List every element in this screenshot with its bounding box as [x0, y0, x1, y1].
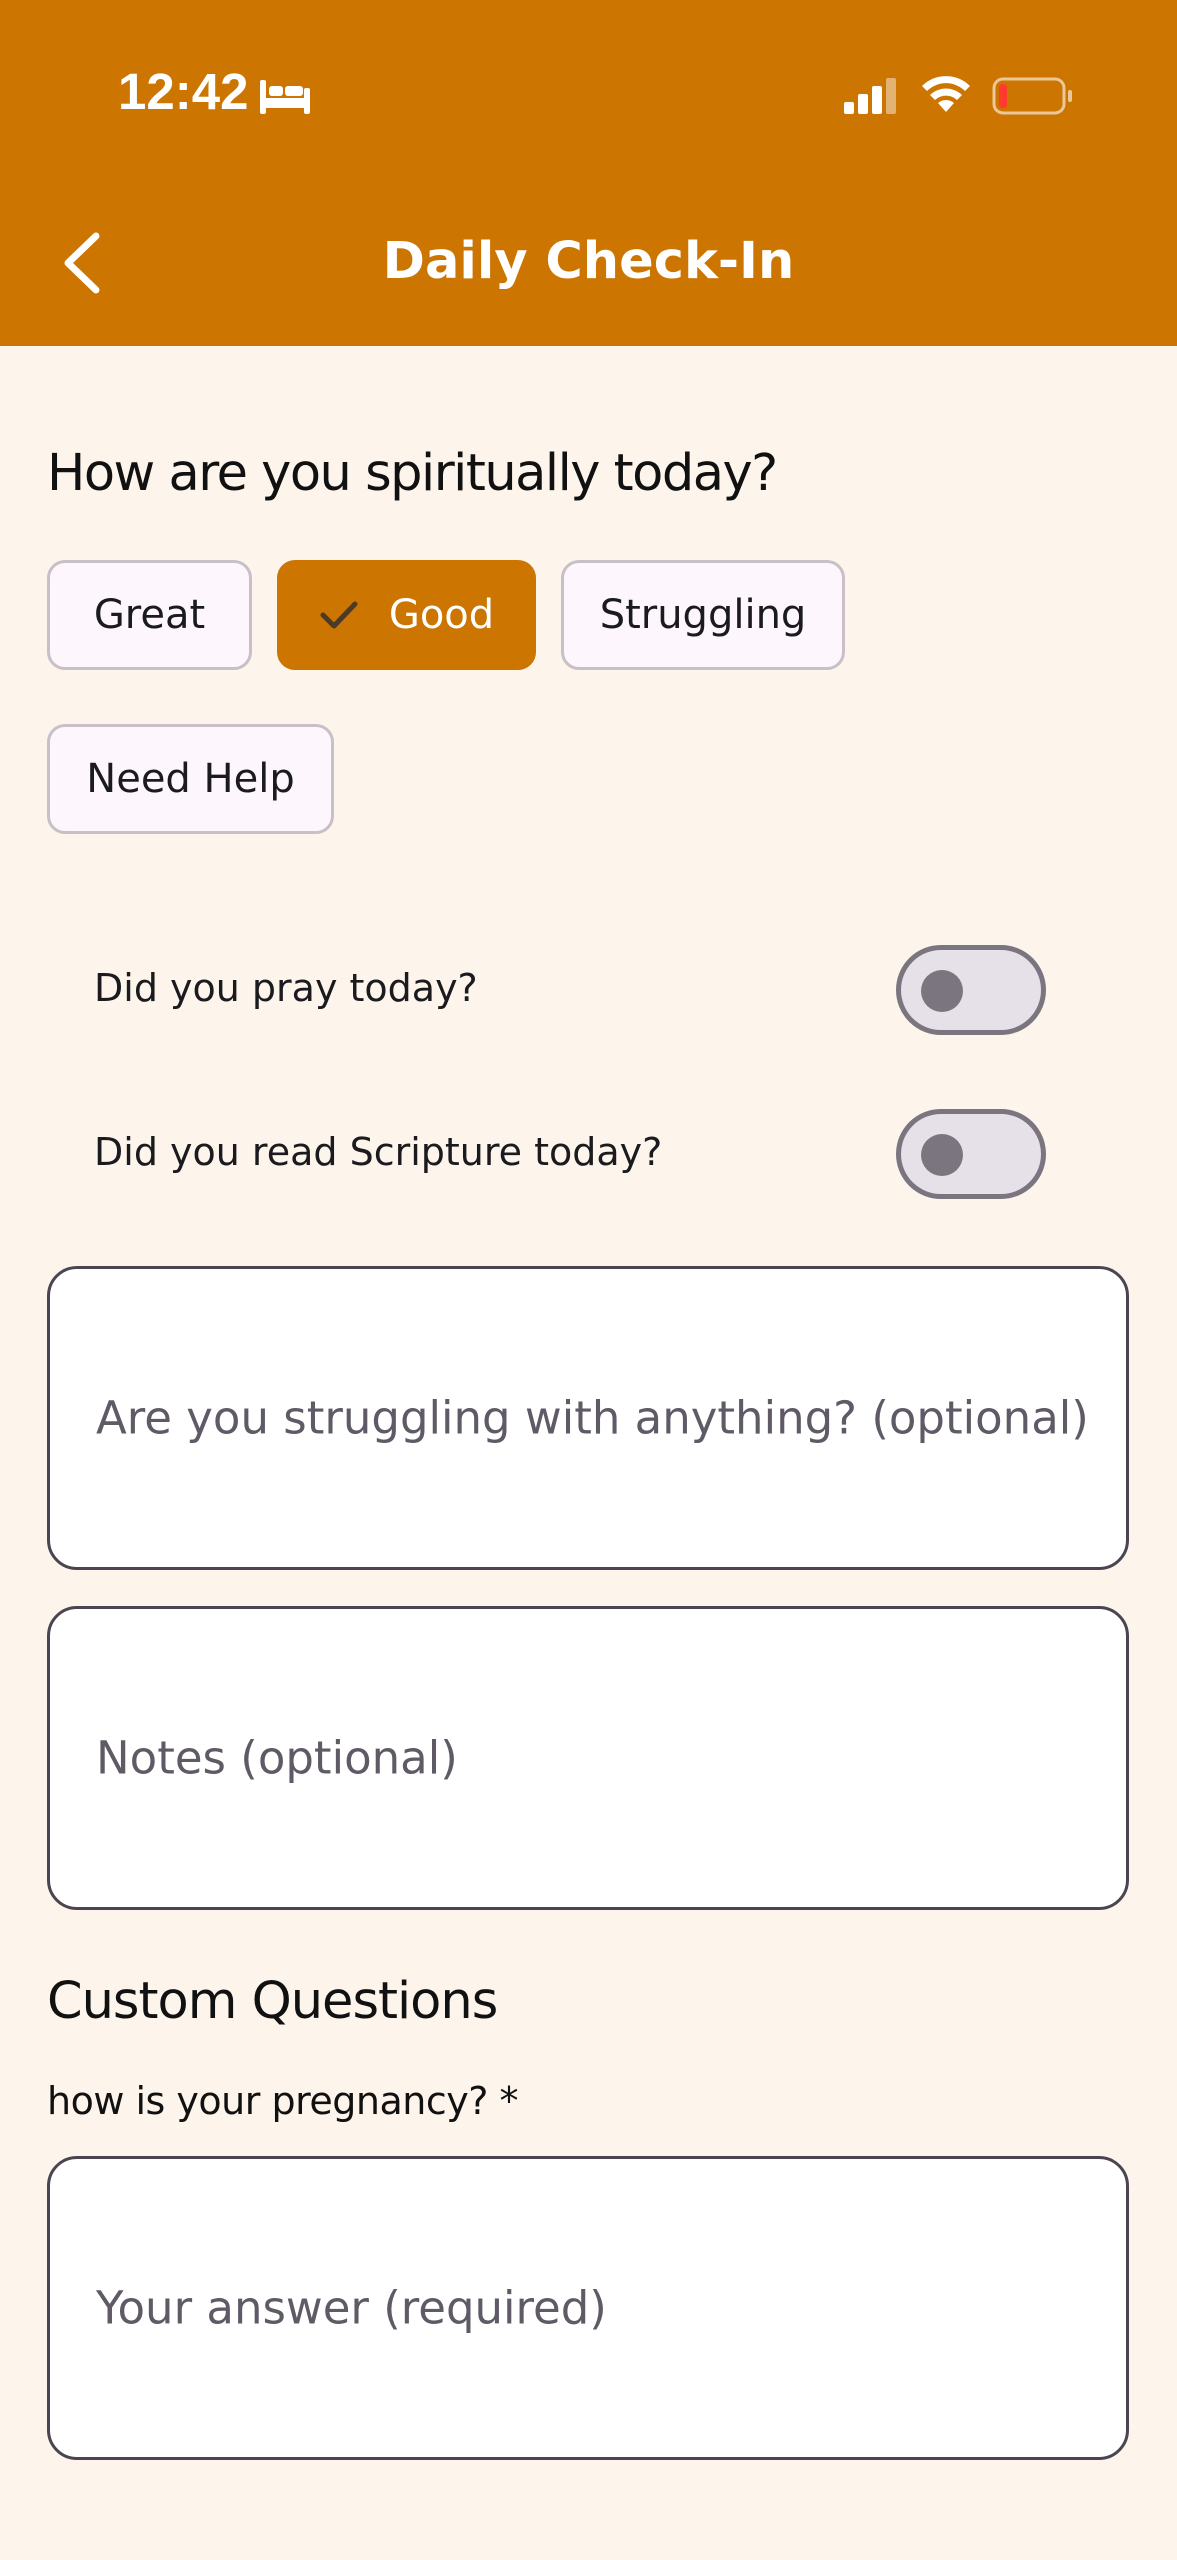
- mood-chip-need-help[interactable]: Need Help: [47, 724, 334, 834]
- struggling-input[interactable]: Are you struggling with anything? (optio…: [47, 1266, 1129, 1570]
- wifi-icon: [922, 76, 970, 112]
- pray-toggle[interactable]: [896, 945, 1046, 1035]
- chip-label: Good: [388, 592, 495, 638]
- page-title: Daily Check-In: [382, 232, 795, 291]
- mood-chip-struggling[interactable]: Struggling: [561, 560, 845, 670]
- toggle-knob: [921, 1134, 963, 1176]
- app-bar: 12:42 Daily Check-In: [0, 0, 1177, 346]
- chip-label: Need Help: [86, 756, 295, 802]
- mood-question: How are you spiritually today?: [47, 444, 778, 503]
- battery-icon: [992, 77, 1072, 115]
- chip-label: Great: [93, 592, 206, 638]
- chip-label: Struggling: [599, 592, 807, 638]
- pregnancy-answer-input[interactable]: Your answer (required): [47, 2156, 1129, 2460]
- toggle-knob: [921, 970, 963, 1012]
- struggling-placeholder: Are you struggling with anything? (optio…: [96, 1391, 1089, 1445]
- status-time: 12:42: [118, 63, 249, 120]
- pray-toggle-label: Did you pray today?: [94, 966, 478, 1010]
- section-title: Custom Questions: [47, 1972, 498, 2031]
- scripture-toggle-label: Did you read Scripture today?: [94, 1130, 663, 1174]
- check-icon: [320, 601, 358, 629]
- custom-question-label: how is your pregnancy? *: [47, 2079, 518, 2123]
- notes-input[interactable]: Notes (optional): [47, 1606, 1129, 1910]
- mood-chip-good[interactable]: Good: [277, 560, 536, 670]
- mood-chip-great[interactable]: Great: [47, 560, 252, 670]
- signal-icon: [844, 78, 896, 114]
- answer-placeholder: Your answer (required): [96, 2281, 607, 2335]
- scripture-toggle[interactable]: [896, 1109, 1046, 1199]
- notes-placeholder: Notes (optional): [96, 1731, 458, 1785]
- bed-icon: [260, 80, 310, 114]
